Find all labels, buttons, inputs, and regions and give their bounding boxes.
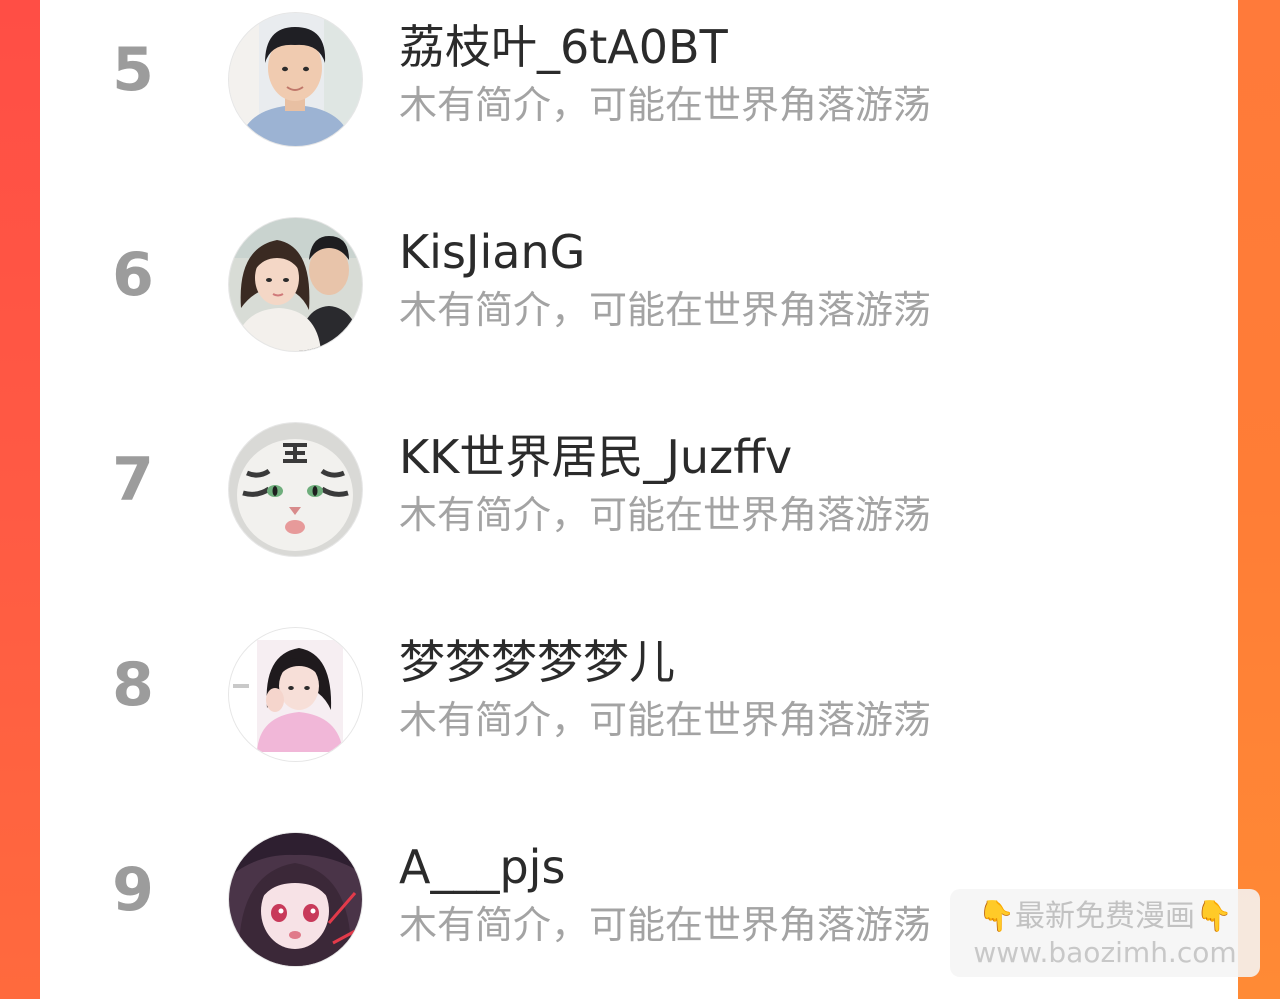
rank-number: 5 bbox=[112, 35, 154, 105]
hand-pointing-down-icon: 👇 bbox=[1195, 899, 1233, 934]
user-avatar-photo bbox=[229, 13, 362, 146]
user-name[interactable]: 荔枝叶_6tA0BT bbox=[399, 18, 728, 76]
left-orange-border bbox=[0, 0, 40, 999]
user-bio: 木有简介，可能在世界角落游荡 bbox=[399, 698, 932, 742]
avatar[interactable] bbox=[229, 218, 362, 351]
site-watermark: 👇最新免费漫画👇 www.baozimh.com bbox=[950, 889, 1260, 977]
watermark-title: 👇最新免费漫画👇 bbox=[950, 897, 1260, 937]
user-bio: 木有简介，可能在世界角落游荡 bbox=[399, 493, 932, 537]
watermark-text: 最新免费漫画 bbox=[1015, 899, 1195, 934]
hand-pointing-down-icon: 👇 bbox=[977, 899, 1015, 934]
rank-number: 8 bbox=[112, 650, 154, 720]
rank-number: 6 bbox=[112, 240, 154, 310]
user-name[interactable]: KisJianG bbox=[399, 223, 585, 281]
rank-number: 9 bbox=[112, 855, 154, 925]
list-item[interactable]: 7 KK世界居民_Juzffv 木有简介，可能在世界角落游荡 bbox=[40, 410, 1238, 556]
user-name[interactable]: KK世界居民_Juzffv bbox=[399, 428, 792, 486]
girl-pink-sweater-avatar bbox=[229, 628, 362, 761]
rank-number: 7 bbox=[112, 445, 154, 515]
avatar[interactable] bbox=[229, 833, 362, 966]
user-name[interactable]: A___pjs bbox=[399, 838, 565, 896]
list-item[interactable]: 5 荔枝叶_6tA0BT 木有简介，可能在世界角落游荡 bbox=[40, 0, 1238, 146]
tiger-cat-avatar bbox=[229, 423, 362, 556]
user-bio: 木有简介，可能在世界角落游荡 bbox=[399, 83, 932, 127]
watermark-url: www.baozimh.com bbox=[973, 936, 1237, 969]
list-item[interactable]: 6 KisJianG 木有简介，可能在世界角落游荡 bbox=[40, 205, 1238, 351]
avatar[interactable] bbox=[229, 423, 362, 556]
avatar[interactable] bbox=[229, 13, 362, 146]
user-bio: 木有简介，可能在世界角落游荡 bbox=[399, 288, 932, 332]
anime-girl-avatar bbox=[229, 833, 362, 966]
user-bio: 木有简介，可能在世界角落游荡 bbox=[399, 903, 932, 947]
user-name[interactable]: 梦梦梦梦梦儿 bbox=[399, 633, 675, 691]
avatar[interactable] bbox=[229, 628, 362, 761]
ranking-list-panel: 5 荔枝叶_6tA0BT 木有简介，可能在世界角落游荡 6 KisJianG 木… bbox=[40, 0, 1238, 999]
list-item[interactable]: 8 梦梦梦梦梦儿 木有简介，可能在世界角落游荡 bbox=[40, 615, 1238, 761]
couple-avatar-photo bbox=[229, 218, 362, 351]
right-orange-border bbox=[1238, 0, 1280, 999]
